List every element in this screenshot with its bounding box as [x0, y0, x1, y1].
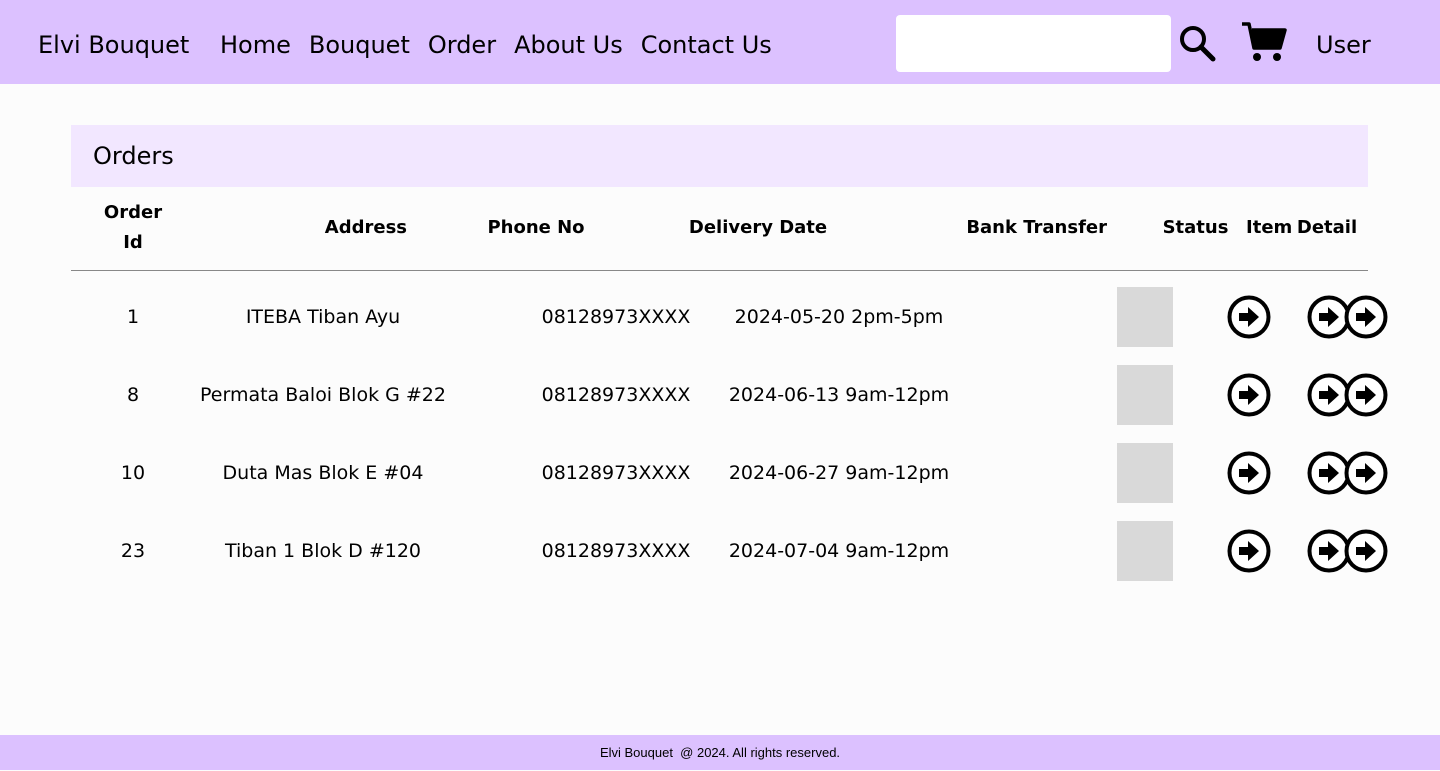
- nav-bouquet[interactable]: Bouquet: [309, 28, 410, 62]
- col-bank-transfer: Bank Transfer: [851, 187, 1107, 271]
- order-row: 1 ITEBA Tiban Ayu 08128973XXXX 2024-05-20 2…: [71, 270, 1388, 356]
- brand-logo-text[interactable]: Elvi Bouquet: [38, 28, 189, 62]
- nav-about-us[interactable]: About Us: [514, 28, 623, 62]
- status-arrow-icon[interactable]: [1227, 373, 1271, 417]
- col-detail: Detail: [1297, 187, 1369, 271]
- orders-table: Order Id Address Phone No Delivery Date …: [71, 187, 1388, 590]
- orders-table-body: 1 ITEBA Tiban Ayu 08128973XXXX 2024-05-20 2…: [71, 270, 1388, 590]
- order-delivery-cell: 2024-07-04 9am-12pm: [728, 540, 950, 562]
- detail-arrow-icon[interactable]: [1344, 451, 1388, 495]
- bank-transfer-proof-image[interactable]: [1116, 521, 1173, 581]
- orders-title: Orders: [71, 125, 1368, 187]
- top-navigation-bar: Elvi Bouquet Home Bouquet Order About Us…: [0, 0, 1440, 84]
- main-nav: Home Bouquet Order About Us Contact Us: [220, 28, 772, 62]
- table-header-row: Order Id Address Phone No Delivery Date …: [71, 187, 1369, 271]
- bank-transfer-proof-image[interactable]: [1116, 443, 1173, 503]
- col-address: Address: [195, 187, 407, 271]
- order-delivery-cell: 2024-06-13 9am-12pm: [728, 384, 950, 406]
- order-transfer-cell: [1107, 512, 1246, 590]
- order-transfer-cell: [1107, 434, 1246, 512]
- nav-home[interactable]: Home: [220, 28, 291, 62]
- detail-arrow-icon[interactable]: [1344, 373, 1388, 417]
- detail-arrow-icon[interactable]: [1344, 295, 1388, 339]
- status-arrow-icon[interactable]: [1227, 529, 1271, 573]
- footer: Elvi Bouquet @ 2024. All rights reserved…: [0, 735, 1440, 770]
- search-icon[interactable]: [1178, 24, 1216, 62]
- order-id-cell: 23: [120, 540, 146, 562]
- bank-transfer-proof-image[interactable]: [1116, 287, 1173, 348]
- status-arrow-icon[interactable]: [1227, 295, 1271, 339]
- order-row: 10 Duta Mas Blok E #04 08128973XXXX 2024-06…: [71, 434, 1388, 512]
- col-delivery-date: Delivery Date: [665, 187, 851, 271]
- search-input[interactable]: [896, 15, 1171, 72]
- status-arrow-icon[interactable]: [1227, 451, 1271, 495]
- nav-contact-us[interactable]: Contact Us: [641, 28, 772, 62]
- orders-panel: Orders Order Id Address Phone No Deliver…: [71, 125, 1388, 590]
- order-row: 23 Tiban 1 Blok D #120 08128973XXXX 2024-07…: [71, 512, 1388, 590]
- order-id-cell: 8: [126, 384, 140, 406]
- detail-arrow-icon[interactable]: [1344, 529, 1388, 573]
- order-delivery-cell: 2024-05-20 2pm-5pm: [734, 306, 944, 329]
- order-id-cell: 1: [126, 306, 140, 329]
- col-order-id: Order Id: [71, 187, 195, 271]
- order-id-cell: 10: [120, 462, 146, 484]
- user-menu[interactable]: User: [1316, 28, 1371, 62]
- nav-order[interactable]: Order: [428, 28, 496, 62]
- bank-transfer-proof-image[interactable]: [1116, 365, 1173, 425]
- order-delivery-cell: 2024-06-27 9am-12pm: [728, 462, 950, 484]
- col-phone: Phone No: [407, 187, 665, 271]
- order-row: 8 Permata Baloi Blok G #22 08128973XXXX 202…: [71, 356, 1388, 434]
- cart-icon[interactable]: [1241, 21, 1287, 63]
- order-transfer-cell: [1107, 270, 1246, 356]
- order-transfer-cell: [1107, 356, 1246, 434]
- col-status: Status: [1107, 187, 1247, 271]
